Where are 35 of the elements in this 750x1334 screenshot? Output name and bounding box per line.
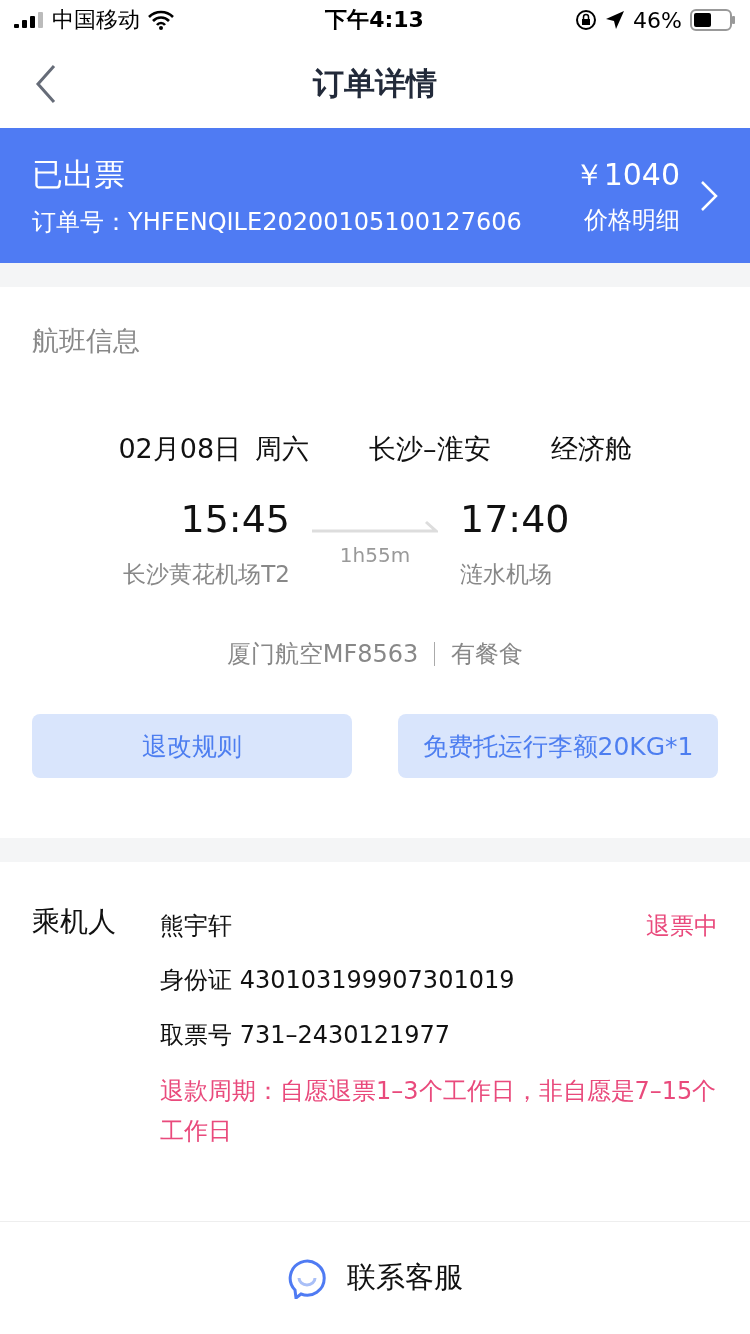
departure-airport: 长沙黄花机场T2 xyxy=(123,560,290,589)
order-status: 已出票 xyxy=(32,154,126,194)
flight-number: 厦门航空MF8563 xyxy=(226,639,419,670)
signal-icon xyxy=(14,12,44,28)
passenger-detail: 取票号 731–2430121977 xyxy=(160,1020,452,1051)
arrival-airport: 涟水机场 xyxy=(460,560,552,589)
flight-weekday: 周六 xyxy=(255,432,310,466)
page-title: 订单详情 xyxy=(313,64,437,103)
rotation-lock-icon xyxy=(575,9,598,31)
order-number: 订单号：YHFENQILE20200105100127606 xyxy=(32,206,523,238)
cabin-class: 经济舱 xyxy=(550,432,632,466)
carrier-name: 中国移动 xyxy=(52,6,140,34)
battery-percent: 46% xyxy=(633,7,682,33)
arrival-time: 17:40 xyxy=(460,497,570,541)
wifi-icon xyxy=(148,10,174,30)
passenger-label: 乘机人 xyxy=(32,904,116,940)
passenger-name: 熊宇轩 xyxy=(160,910,232,942)
flight-route: 长沙–淮安 xyxy=(369,432,491,466)
flight-date: 02月08日 xyxy=(118,432,242,466)
chevron-right-icon xyxy=(700,179,718,212)
battery-icon xyxy=(690,9,736,31)
refund-rules-button[interactable]: 退改规则 xyxy=(32,714,352,778)
departure-time: 15:45 xyxy=(180,497,290,541)
refund-note: 退款周期：自愿退票1–3个工作日，非自愿是7–15个工作日 xyxy=(160,1076,718,1147)
price-detail-button[interactable]: ￥1040 价格明细 xyxy=(573,155,718,236)
section-heading: 航班信息 xyxy=(32,324,140,358)
clock-time: 下午4:13 xyxy=(325,6,424,34)
meal-info: 有餐食 xyxy=(451,639,524,670)
baggage-allowance-button[interactable]: 免费托运行李额20KG*1 xyxy=(398,714,718,778)
flight-duration: 1h55m xyxy=(339,543,411,567)
refund-status: 退票中 xyxy=(646,910,718,942)
passenger-detail: 身份证 430103199907301019 xyxy=(160,965,516,996)
location-arrow-icon xyxy=(605,10,626,30)
contact-service-button[interactable]: 联系客服 xyxy=(287,1257,463,1299)
smiling-chat-bubble-icon xyxy=(287,1257,327,1299)
